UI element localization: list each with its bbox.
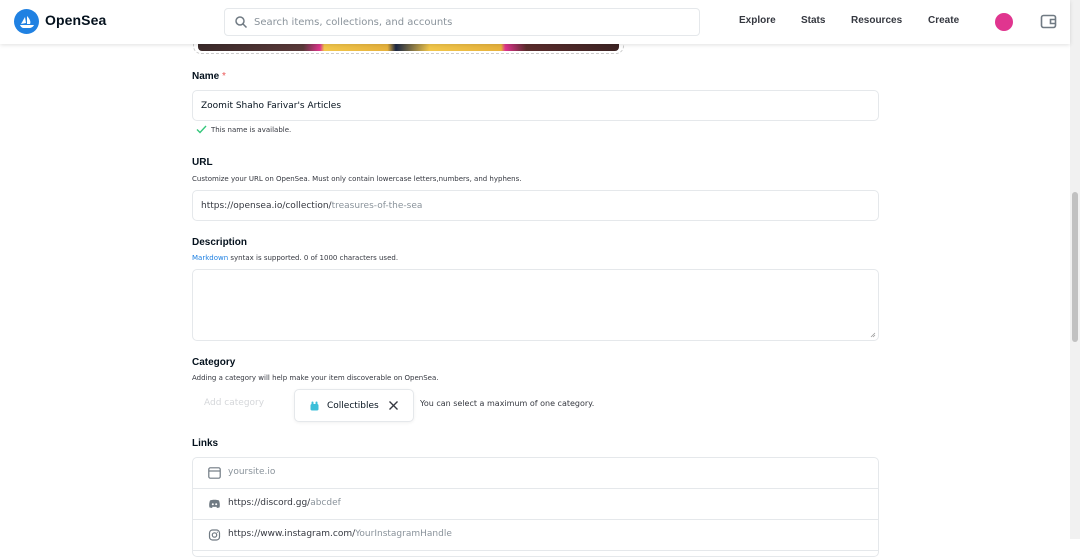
link-row-discord[interactable]: https://discord.gg/abcdef: [193, 489, 878, 520]
link-row-website[interactable]: yoursite.io: [193, 458, 878, 489]
collectibles-icon: [310, 401, 319, 411]
discord-prefix: https://discord.gg/: [228, 498, 311, 508]
category-limit-note: You can select a maximum of one category…: [420, 399, 595, 408]
category-chip-collectibles[interactable]: Collectibles: [294, 389, 414, 422]
website-placeholder: yoursite.io: [228, 467, 276, 477]
description-label: Description: [192, 237, 248, 248]
link-row-instagram[interactable]: https://www.instagram.com/YourInstagramH…: [193, 520, 878, 551]
url-field[interactable]: https://opensea.io/collection/treasures-…: [192, 190, 879, 221]
wallet-icon[interactable]: [1040, 13, 1057, 30]
name-label: Name *: [192, 71, 226, 82]
close-icon[interactable]: [388, 400, 399, 411]
category-hint: Adding a category will help make your it…: [192, 374, 439, 382]
discord-input[interactable]: https://discord.gg/abcdef: [228, 498, 341, 508]
description-hint: Markdown syntax is supported. 0 of 1000 …: [192, 254, 398, 262]
profile-avatar[interactable]: [995, 13, 1013, 31]
name-status-text: This name is available.: [211, 125, 292, 134]
scrollbar-thumb[interactable]: [1072, 192, 1078, 342]
markdown-link[interactable]: Markdown: [192, 254, 228, 262]
description-textarea[interactable]: [192, 269, 879, 341]
instagram-input[interactable]: https://www.instagram.com/YourInstagramH…: [228, 529, 452, 539]
discord-placeholder: abcdef: [310, 498, 341, 508]
resize-handle-icon[interactable]: [870, 332, 876, 338]
nav-create[interactable]: Create: [928, 15, 959, 26]
links-label: Links: [192, 438, 219, 449]
search-input[interactable]: [254, 12, 684, 32]
required-mark: *: [222, 71, 226, 82]
url-input[interactable]: https://opensea.io/collection/treasures-…: [201, 201, 422, 211]
opensea-logo-icon[interactable]: [14, 9, 39, 34]
top-navbar: OpenSea Explore Stats Resources Create: [0, 0, 1070, 44]
url-placeholder: treasures-of-the-sea: [331, 201, 423, 211]
instagram-icon: [208, 529, 221, 541]
nav-explore[interactable]: Explore: [739, 15, 776, 26]
instagram-placeholder: YourInstagramHandle: [355, 529, 452, 539]
page-scrollbar[interactable]: [1070, 0, 1080, 539]
nav-resources[interactable]: Resources: [851, 15, 902, 26]
category-chip-label: Collectibles: [327, 401, 379, 411]
name-field[interactable]: Zoomit Shaho Farivar's Articles: [192, 90, 879, 121]
search-icon: [235, 16, 248, 29]
check-icon: [196, 125, 207, 134]
web-icon: [208, 467, 221, 479]
category-label: Category: [192, 357, 236, 368]
nav-stats[interactable]: Stats: [801, 15, 825, 26]
search-box[interactable]: [224, 8, 700, 36]
links-group: yoursite.io https://discord.gg/abcdef ht…: [192, 457, 879, 557]
name-value: Zoomit Shaho Farivar's Articles: [201, 101, 342, 111]
name-availability: This name is available.: [196, 125, 291, 134]
url-prefix: https://opensea.io/collection/: [201, 201, 332, 211]
brand-name[interactable]: OpenSea: [45, 12, 106, 28]
description-hint-text: syntax is supported. 0 of 1000 character…: [228, 254, 399, 262]
website-input[interactable]: yoursite.io: [228, 467, 275, 477]
instagram-prefix: https://www.instagram.com/: [228, 529, 356, 539]
url-hint: Customize your URL on OpenSea. Must only…: [192, 175, 522, 183]
add-category-button[interactable]: Add category: [204, 398, 264, 408]
url-label: URL: [192, 157, 213, 168]
discord-icon: [209, 499, 220, 508]
